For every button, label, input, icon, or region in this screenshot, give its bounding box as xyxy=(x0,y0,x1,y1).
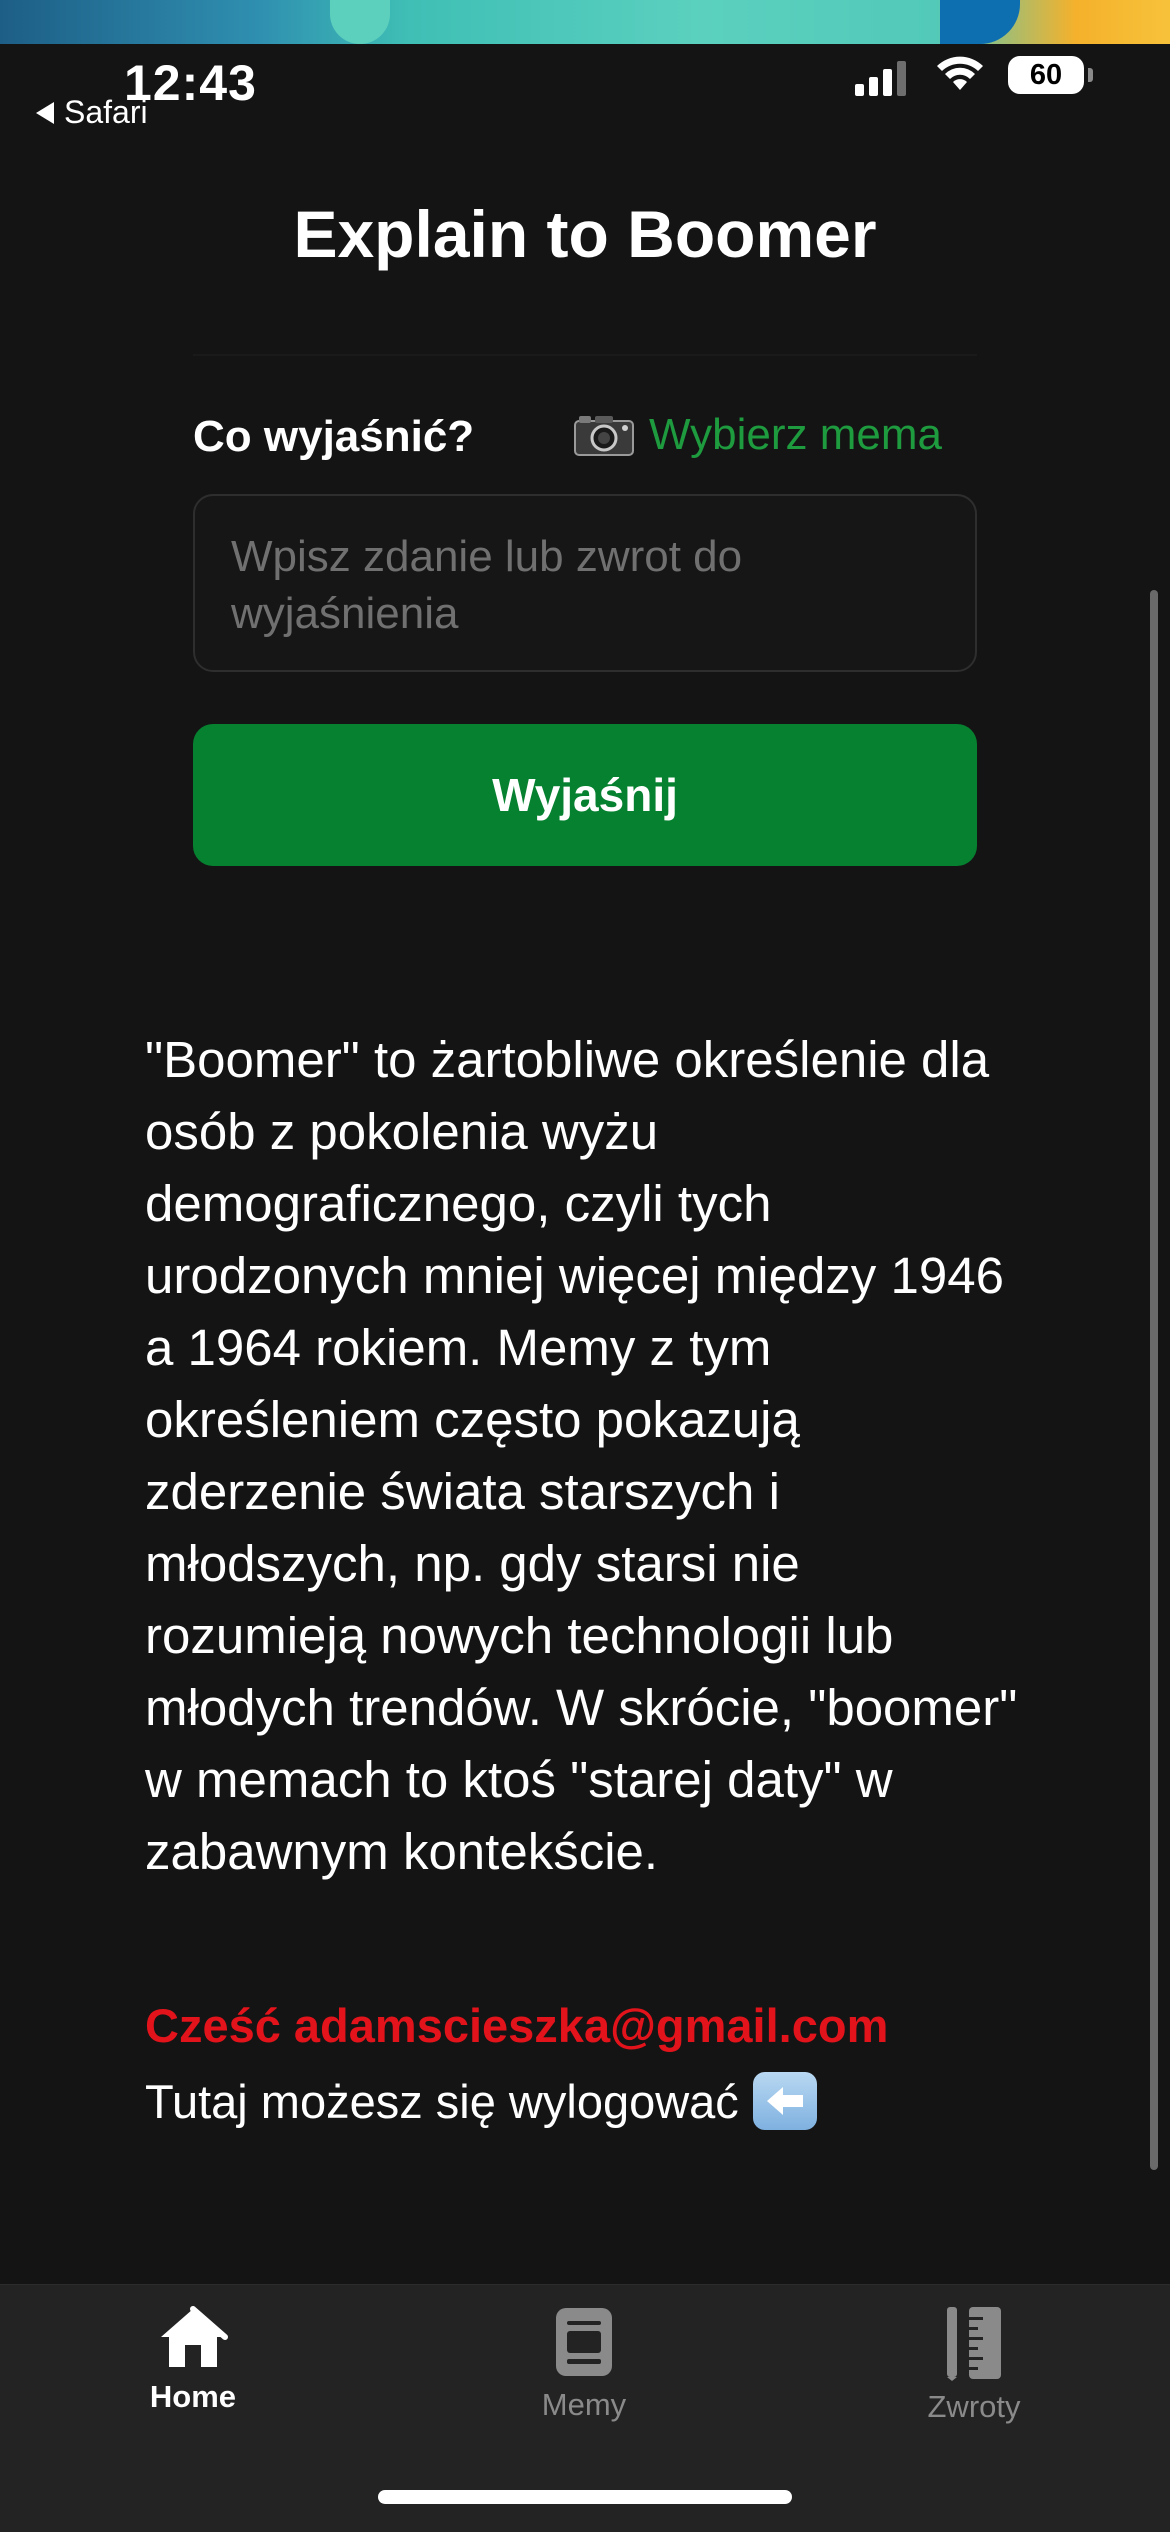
camera-icon xyxy=(574,416,634,456)
wifi-icon xyxy=(937,56,983,90)
back-arrow-icon xyxy=(36,101,54,124)
battery-cap xyxy=(1088,68,1093,82)
user-greeting: Cześć adamscieszka@gmail.com xyxy=(145,1999,889,2052)
tab-home[interactable]: Home xyxy=(43,2305,343,2415)
home-icon xyxy=(161,2306,228,2367)
cellular-signal-icon xyxy=(855,60,906,96)
wallpaper-shape xyxy=(330,0,390,44)
home-indicator[interactable] xyxy=(378,2490,792,2504)
divider xyxy=(193,354,977,356)
tab-label: Zwroty xyxy=(927,2389,1021,2424)
battery-icon: 60 xyxy=(1008,56,1084,94)
pick-meme-label: Wybierz mema xyxy=(649,410,942,459)
scrollbar[interactable] xyxy=(1150,590,1158,2170)
tab-label: Memy xyxy=(541,2387,627,2422)
explain-button[interactable]: Wyjaśnij xyxy=(193,724,977,866)
logout-link[interactable]: Tutaj możesz się wylogować xyxy=(145,2072,817,2130)
tab-label: Home xyxy=(149,2379,237,2414)
tab-zwroty[interactable]: Zwroty xyxy=(824,2305,1124,2425)
status-bar: 12:43 Safari 60 xyxy=(0,44,1170,154)
input-label: Co wyjaśnić? xyxy=(193,412,475,461)
page-title: Explain to Boomer xyxy=(293,197,877,271)
meme-icon xyxy=(556,2308,612,2376)
back-app-label: Safari xyxy=(64,94,148,130)
phrase-input[interactable]: Wpisz zdanie lub zwrot do wyjaśnienia xyxy=(193,494,977,672)
wallpaper-shape xyxy=(940,0,1020,44)
explanation-text: "Boomer" to żartobliwe określenie dla os… xyxy=(145,1031,1018,1880)
pick-meme-button[interactable]: Wybierz mema xyxy=(573,410,942,460)
tab-memy[interactable]: Memy xyxy=(434,2305,734,2423)
ruler-pencil-icon xyxy=(947,2307,1001,2381)
app-screen: 12:43 Safari 60 Explain to Boomer Co wyj… xyxy=(0,0,1170,2532)
logout-text: Tutaj możesz się wylogować xyxy=(145,2074,739,2128)
left-arrow-icon xyxy=(752,2072,817,2130)
back-to-safari-button[interactable]: Safari xyxy=(36,94,148,131)
wallpaper-strip xyxy=(0,0,1170,44)
